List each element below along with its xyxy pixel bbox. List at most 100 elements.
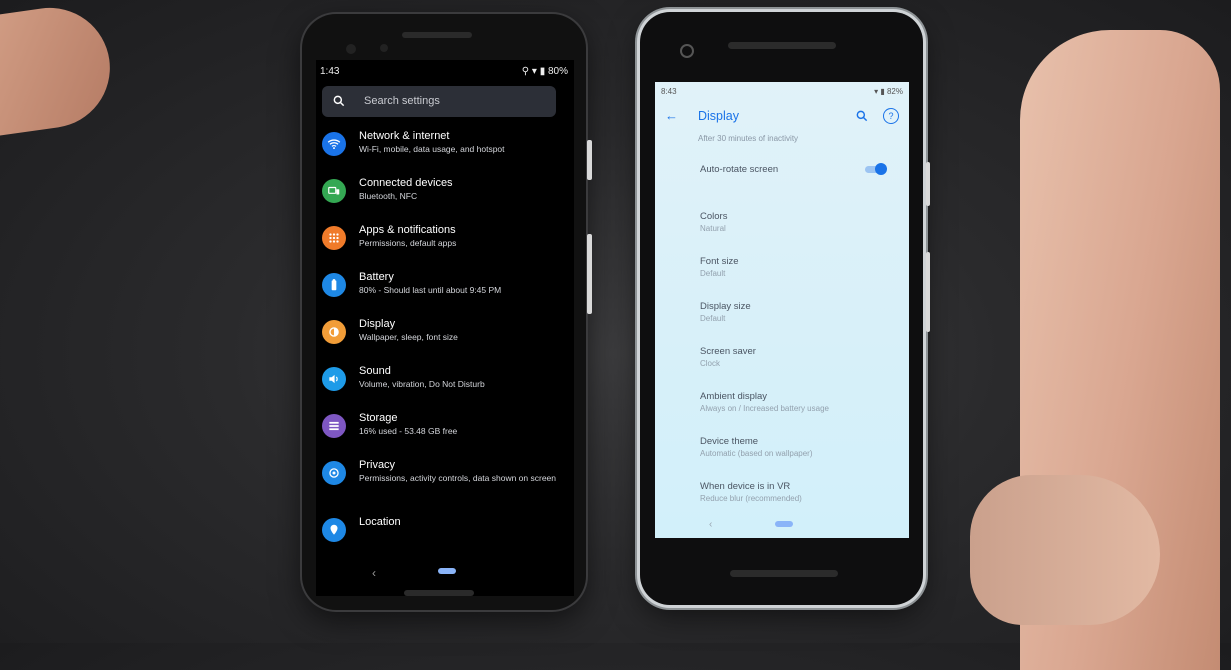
- volume-icon: [322, 367, 346, 391]
- search-icon[interactable]: [855, 109, 869, 123]
- display-item-title: Font size: [700, 256, 739, 267]
- display-item-title: Ambient display: [700, 391, 768, 402]
- location-icon: [322, 518, 346, 542]
- settings-item-subtitle: 16% used - 53.48 GB free: [359, 426, 458, 436]
- battery-status-icon: ▮: [880, 87, 885, 96]
- nav-home-pill[interactable]: [775, 521, 793, 527]
- settings-item-title: Privacy: [359, 459, 396, 471]
- status-bar: 1:43 ⚲ ▾ ▮ 80%: [320, 64, 568, 80]
- left-hand: [0, 0, 118, 140]
- toggle-knob: [875, 163, 887, 175]
- settings-item-title: Apps & notifications: [359, 224, 456, 236]
- settings-item-subtitle: Wi-Fi, mobile, data usage, and hotspot: [359, 144, 505, 154]
- display-item-title: Colors: [700, 211, 728, 222]
- search-bar[interactable]: Search settings: [322, 86, 556, 117]
- settings-item-subtitle: Permissions, activity controls, data sho…: [359, 473, 557, 483]
- right-hand: [960, 0, 1231, 670]
- right-phone: 8:43 ▾ ▮ 82% ← Display ? After 30 minute…: [640, 12, 930, 605]
- left-phone: 1:43 ⚲ ▾ ▮ 80% Search settings Network &…: [302, 14, 592, 610]
- settings-item-title: Network & internet: [359, 130, 450, 142]
- settings-screen: 1:43 ⚲ ▾ ▮ 80% Search settings Network &…: [316, 60, 574, 596]
- search-icon: [333, 95, 345, 107]
- volume-button[interactable]: [587, 234, 592, 314]
- top-speaker: [728, 42, 836, 49]
- battery-icon: [322, 273, 346, 297]
- settings-item-battery[interactable]: Battery 80% - Should last until about 9:4…: [316, 271, 574, 315]
- display-item-subtitle: Reduce blur (recommended): [700, 494, 802, 503]
- display-item-subtitle: Automatic (based on wallpaper): [700, 449, 813, 458]
- apps-grid-icon: [322, 226, 346, 250]
- front-camera: [346, 44, 356, 54]
- settings-item-title: Storage: [359, 412, 398, 424]
- wifi-status-icon: ▾: [531, 66, 537, 77]
- settings-item-subtitle: Permissions, default apps: [359, 238, 457, 248]
- display-item-font-size[interactable]: Font size Default: [700, 256, 899, 296]
- display-item-subtitle: Default: [700, 269, 726, 278]
- volume-button[interactable]: [926, 252, 930, 332]
- settings-item-subtitle: 80% - Should last until about 9:45 PM: [359, 285, 502, 295]
- settings-item-subtitle: Wallpaper, sleep, font size: [359, 332, 458, 342]
- storage-icon: [322, 414, 346, 438]
- status-icons: ⚲ ▾ ▮ 80%: [522, 66, 568, 77]
- nav-back-icon[interactable]: ‹: [709, 519, 712, 530]
- settings-item-title: Location: [359, 516, 401, 528]
- settings-item-storage[interactable]: Storage 16% used - 53.48 GB free: [316, 412, 574, 456]
- status-time: 8:43: [661, 87, 677, 96]
- bottom-speaker: [730, 570, 838, 577]
- settings-item-apps-notifications[interactable]: Apps & notifications Permissions, default…: [316, 224, 574, 268]
- settings-item-display[interactable]: Display Wallpaper, sleep, font size: [316, 318, 574, 362]
- nav-home-pill[interactable]: [438, 568, 456, 574]
- settings-item-title: Battery: [359, 271, 394, 283]
- page-title: Display: [698, 109, 739, 123]
- settings-item-network-internet[interactable]: Network & internet Wi-Fi, mobile, data us…: [316, 130, 574, 174]
- app-bar: ← Display ?: [655, 102, 909, 132]
- settings-item-subtitle: Volume, vibration, Do Not Disturb: [359, 379, 485, 389]
- display-item-subtitle: Natural: [700, 224, 726, 233]
- display-item-title: Screen saver: [700, 346, 756, 357]
- sleep-subtitle: After 30 minutes of inactivity: [698, 134, 799, 143]
- battery-percent: 80%: [547, 66, 568, 77]
- devices-icon: [322, 179, 346, 203]
- display-item-title: Display size: [700, 301, 751, 312]
- settings-item-title: Sound: [359, 365, 391, 377]
- settings-item-privacy[interactable]: Privacy Permissions, activity controls, d…: [316, 459, 574, 503]
- status-icons: ▾ ▮ 82%: [874, 87, 903, 96]
- power-button[interactable]: [926, 162, 930, 206]
- auto-rotate-toggle[interactable]: [865, 163, 887, 175]
- settings-item-subtitle: Bluetooth, NFC: [359, 191, 418, 201]
- bottom-speaker: [404, 590, 474, 596]
- display-item-subtitle: Clock: [700, 359, 721, 368]
- display-item-title: Auto-rotate screen: [700, 164, 779, 175]
- power-button[interactable]: [587, 140, 592, 180]
- privacy-icon: [322, 461, 346, 485]
- wifi-icon: [322, 132, 346, 156]
- display-item-screen-saver[interactable]: Screen saver Clock: [700, 346, 899, 386]
- display-settings-screen: 8:43 ▾ ▮ 82% ← Display ? After 30 minute…: [655, 82, 909, 538]
- display-item-subtitle: Always on / Increased battery usage: [700, 404, 829, 413]
- navigation-bar: ‹: [655, 512, 909, 538]
- status-time: 1:43: [320, 66, 340, 77]
- settings-item-title: Display: [359, 318, 396, 330]
- settings-item-connected-devices[interactable]: Connected devices Bluetooth, NFC: [316, 177, 574, 221]
- brightness-icon: [322, 320, 346, 344]
- settings-item-title: Connected devices: [359, 177, 453, 189]
- display-item-title: When device is in VR: [700, 481, 791, 492]
- display-item-auto-rotate-screen[interactable]: Auto-rotate screen: [700, 163, 899, 204]
- search-placeholder: Search settings: [364, 95, 440, 107]
- front-camera: [680, 44, 694, 58]
- top-speaker: [402, 32, 472, 38]
- display-item-device-theme[interactable]: Device theme Automatic (based on wallpape…: [700, 436, 899, 476]
- front-sensor: [380, 44, 388, 52]
- help-icon[interactable]: ?: [883, 108, 899, 124]
- location-status-icon: ⚲: [521, 66, 530, 77]
- settings-item-location[interactable]: Location: [316, 516, 574, 560]
- status-bar: 8:43 ▾ ▮ 82%: [661, 86, 903, 98]
- display-item-colors[interactable]: Colors Natural: [700, 211, 899, 251]
- battery-status-icon: ▮: [539, 66, 546, 77]
- display-item-title: Device theme: [700, 436, 759, 447]
- display-item-ambient-display[interactable]: Ambient display Always on / Increased bat…: [700, 391, 899, 431]
- back-arrow-icon[interactable]: ←: [665, 108, 678, 123]
- nav-back-icon[interactable]: ‹: [372, 566, 376, 580]
- settings-item-sound[interactable]: Sound Volume, vibration, Do Not Disturb: [316, 365, 574, 409]
- display-item-display-size[interactable]: Display size Default: [700, 301, 899, 341]
